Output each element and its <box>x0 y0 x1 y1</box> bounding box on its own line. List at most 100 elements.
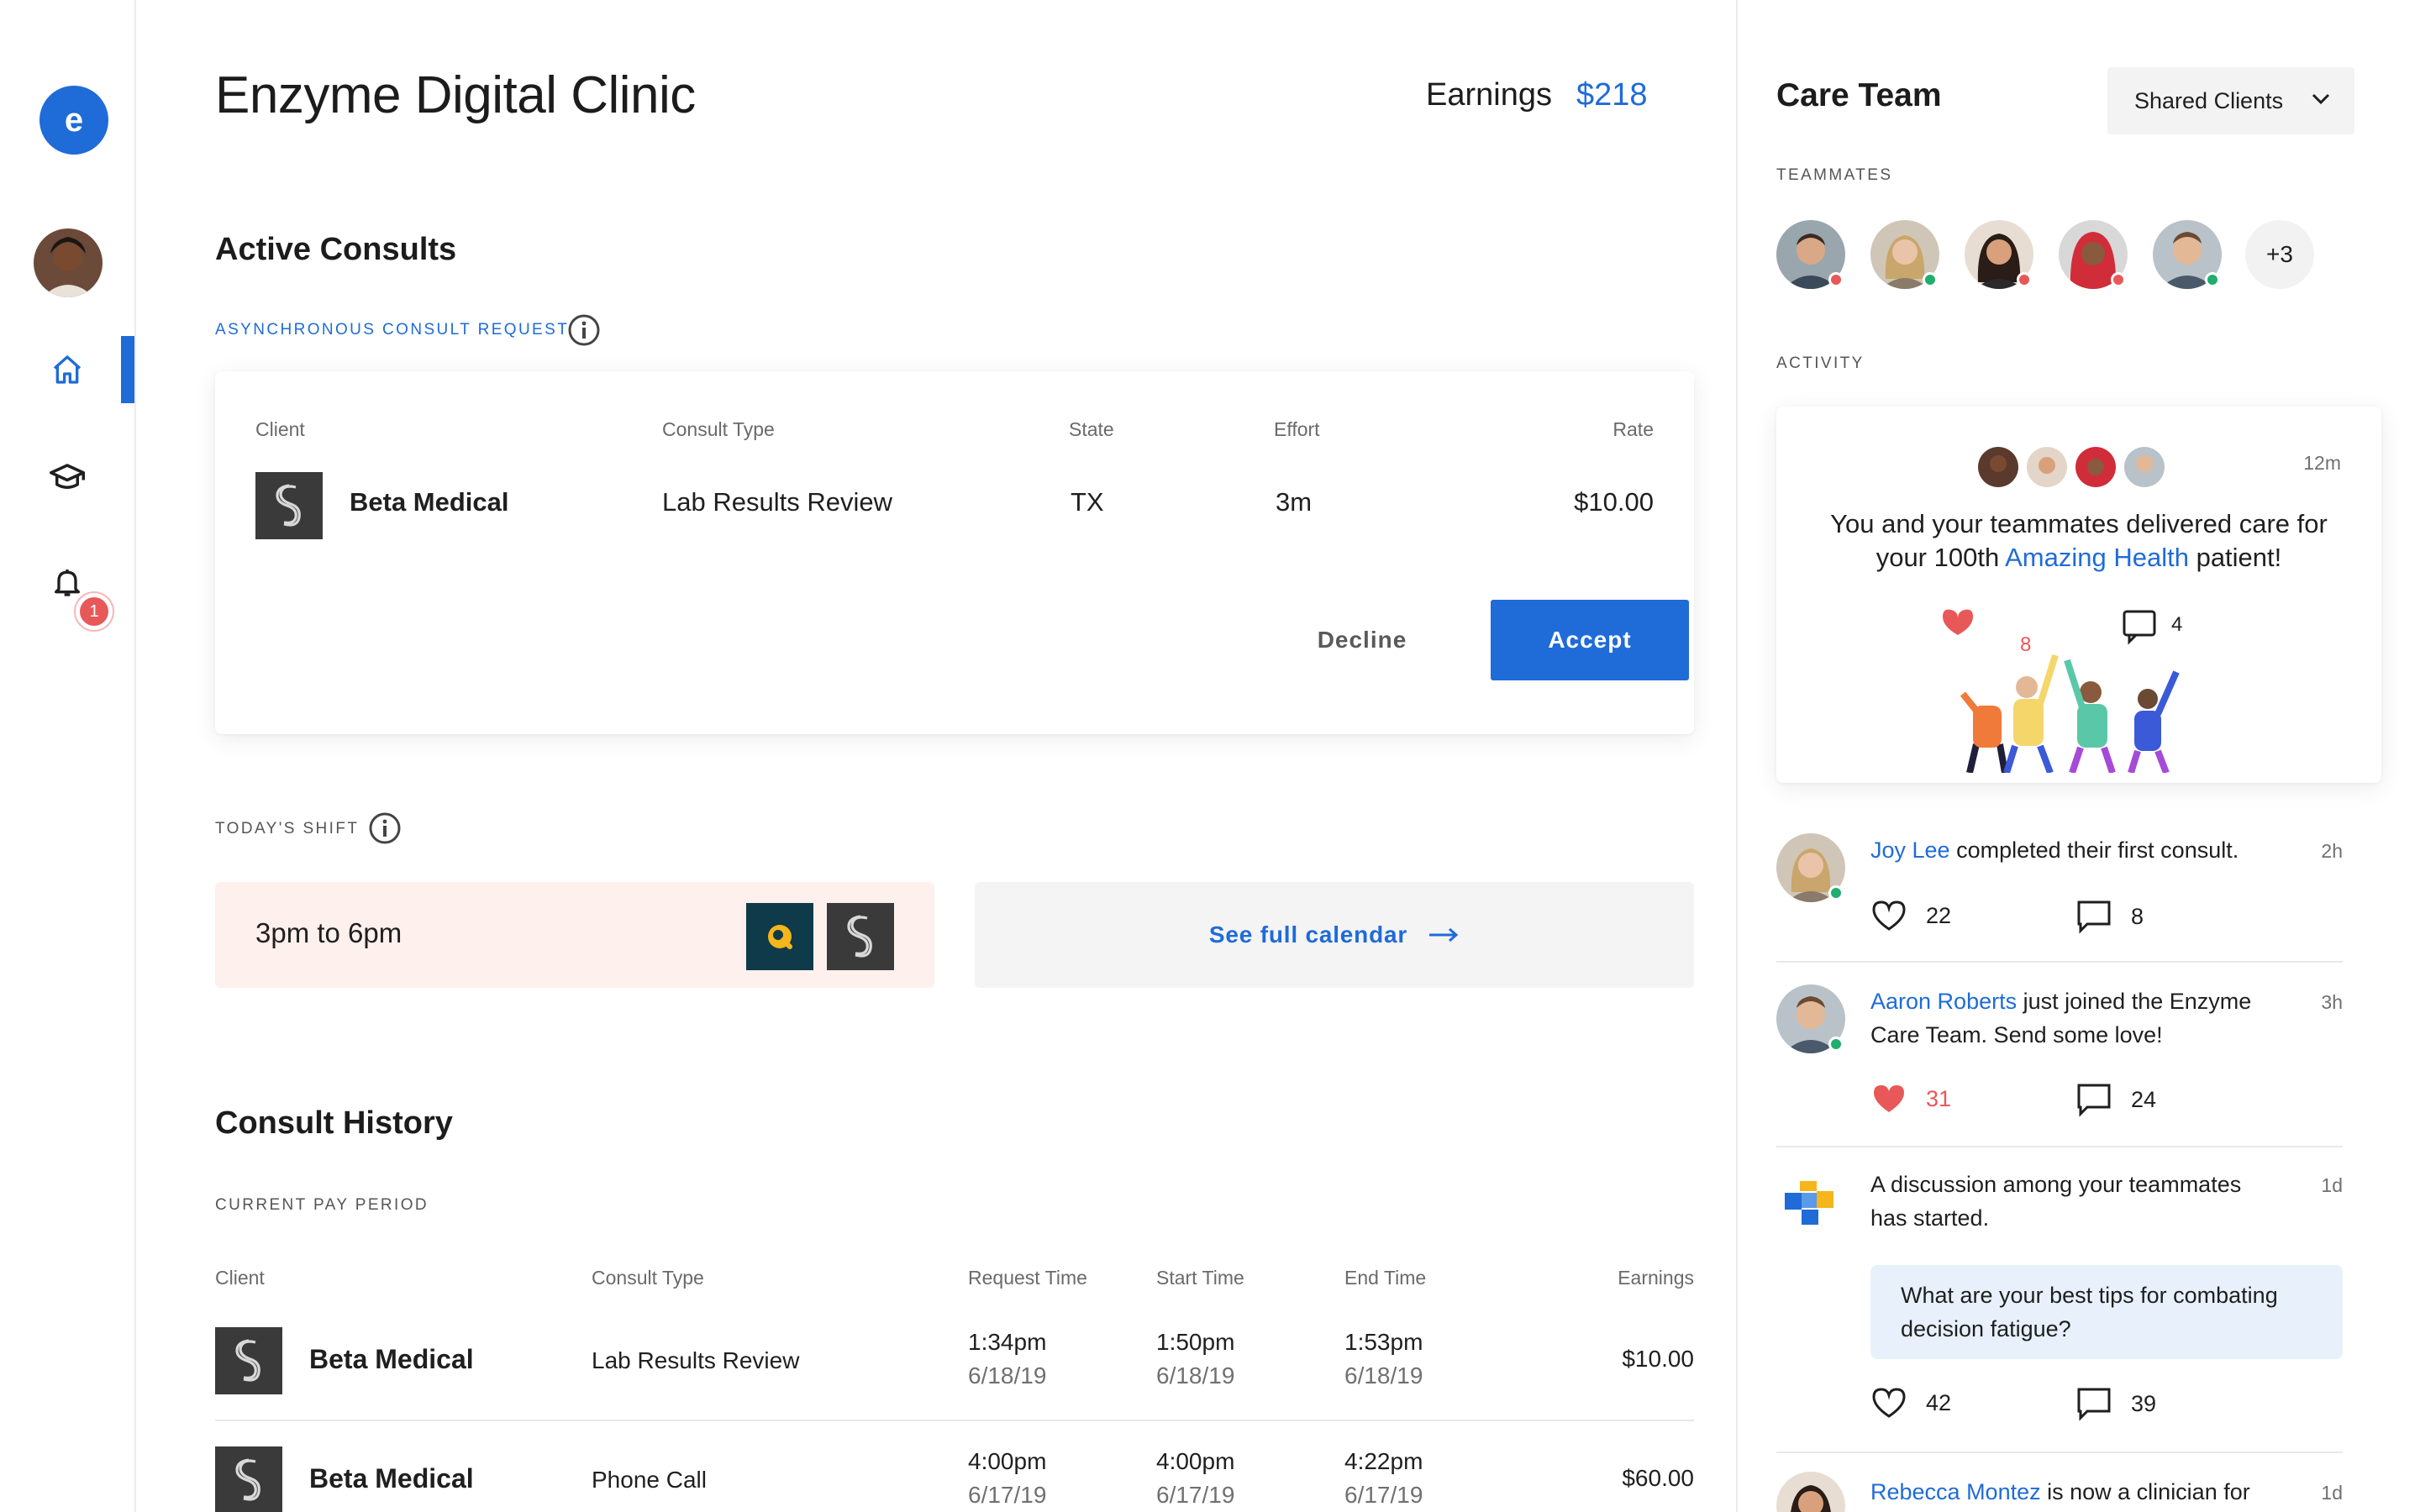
decline-button[interactable]: Decline <box>1265 600 1459 680</box>
teammate-avatar[interactable] <box>2153 220 2222 289</box>
comment-icon <box>2077 900 2111 934</box>
table-row[interactable]: Beta Medical Lab Results Review 1:34pm 6/… <box>215 1300 1694 1421</box>
nav-home[interactable] <box>46 349 88 391</box>
row-end-time: 1:53pm 6/18/19 <box>1344 1326 1423 1393</box>
teammate-avatar[interactable] <box>1776 833 1845 902</box>
status-dot <box>2205 272 2220 287</box>
heart-icon <box>1872 900 1906 931</box>
arrow-right-icon <box>1429 927 1459 942</box>
client-logo <box>255 472 323 539</box>
user-avatar[interactable] <box>34 228 103 297</box>
teammate-avatar[interactable] <box>1776 220 1845 289</box>
teammate-avatar[interactable] <box>1776 984 1845 1053</box>
teammate-link[interactable]: Aaron Roberts <box>1870 989 2017 1014</box>
date-value: 6/18/19 <box>968 1362 1047 1389</box>
activity-time: 3h <box>2321 991 2343 1013</box>
info-icon[interactable] <box>368 811 402 845</box>
milestone-comments: 4 <box>2171 613 2183 636</box>
activity-text: Joy Lee completed their first consult. <box>1870 833 2265 867</box>
request-rate: $10.00 <box>1574 487 1654 517</box>
activity-item: Joy Lee completed their first consult. 2… <box>1776 830 2343 998</box>
date-value: 6/17/19 <box>1344 1482 1423 1508</box>
activity-message: completed their first consult. <box>1956 837 2239 863</box>
like-button[interactable]: 42 <box>1870 1386 1951 1420</box>
comment-button[interactable]: 39 <box>2075 1386 2156 1421</box>
date-value: 6/17/19 <box>1156 1482 1235 1508</box>
time-value: 1:34pm <box>968 1329 1047 1355</box>
time-value: 1:53pm <box>1344 1329 1423 1355</box>
earnings-value: $218 <box>1576 77 1648 113</box>
active-consults-title: Active Consults <box>215 232 457 267</box>
comment-button[interactable]: 8 <box>2075 899 2144 934</box>
teammate-avatar[interactable] <box>1965 220 2033 289</box>
todays-shift-label: TODAY'S SHIFT <box>215 820 360 837</box>
heart-icon <box>1872 1388 1906 1418</box>
teammate-avatar[interactable] <box>1870 220 1939 289</box>
consult-request-card: Client Consult Type State Effort Rate Be… <box>215 371 1694 734</box>
like-count: 22 <box>1926 902 1952 928</box>
activity-item: Aaron Roberts just joined the Enzyme Car… <box>1776 981 2343 1149</box>
dropdown-value: Shared Clients <box>2134 87 2284 113</box>
like-button[interactable]: 22 <box>1870 899 1951 932</box>
feed-divider <box>1776 961 2343 963</box>
info-icon[interactable] <box>567 313 601 347</box>
activity-text: Aaron Roberts just joined the Enzyme Car… <box>1870 984 2265 1052</box>
feed-divider <box>1776 1452 2343 1453</box>
table-row[interactable]: Beta Medical Phone Call 4:00pm 6/17/19 4:… <box>215 1421 1694 1512</box>
beta-medical-logo-icon <box>235 1458 260 1501</box>
pay-period-label: CURRENT PAY PERIOD <box>215 1196 429 1214</box>
date-value: 6/18/19 <box>1156 1362 1235 1389</box>
row-end-time: 4:22pm 6/17/19 <box>1344 1445 1423 1512</box>
request-effort: 3m <box>1276 487 1313 517</box>
row-earnings: $10.00 <box>1622 1346 1694 1372</box>
like-button[interactable]: 31 <box>1870 1082 1951 1116</box>
bell-icon <box>55 570 81 596</box>
time-value: 4:00pm <box>1156 1448 1235 1474</box>
more-teammates-button[interactable]: +3 <box>2245 220 2314 289</box>
consult-history-title: Consult History <box>215 1105 453 1141</box>
care-team-panel: Care Team Shared Clients TEAMMATES +3 AC… <box>1736 0 2420 1512</box>
activity-text: Rebecca Montez is now a clinician for <box>1870 1475 2265 1509</box>
date-value: 6/18/19 <box>1344 1362 1423 1389</box>
comment-count: 24 <box>2131 1086 2157 1112</box>
comment-button[interactable]: 24 <box>2075 1082 2156 1117</box>
activity-time: 1d <box>2321 1174 2343 1196</box>
enzyme-logo[interactable]: e <box>39 86 108 155</box>
client-link[interactable]: Amazing Health <box>2005 543 2189 572</box>
time-value: 4:22pm <box>1344 1448 1423 1474</box>
see-full-calendar-link[interactable]: See full calendar <box>975 882 1694 988</box>
beta-medical-logo-icon <box>847 915 872 958</box>
row-consult-type: Lab Results Review <box>592 1347 800 1373</box>
time-value: 4:00pm <box>968 1448 1047 1474</box>
row-request-time: 1:34pm 6/18/19 <box>968 1326 1046 1393</box>
teammate-link[interactable]: Rebecca Montez <box>1870 1479 2041 1504</box>
calendar-link-label: See full calendar <box>1208 921 1408 948</box>
hist-col-earnings: Earnings <box>1618 1267 1694 1289</box>
activity-text: A discussion among your teammates has st… <box>1870 1172 2242 1231</box>
page-title: Enzyme Digital Clinic <box>215 66 696 124</box>
row-request-time: 4:00pm 6/17/19 <box>968 1445 1046 1512</box>
shift-card[interactable]: 3pm to 6pm <box>215 882 934 988</box>
teammate-avatar[interactable] <box>1776 1472 1845 1512</box>
time-value: 1:50pm <box>1156 1329 1235 1355</box>
shared-clients-dropdown[interactable]: Shared Clients <box>2107 67 2354 134</box>
notification-badge: 1 <box>74 591 114 632</box>
like-count: 31 <box>1926 1085 1952 1111</box>
comment-icon <box>2077 1084 2111 1117</box>
discussion-quote[interactable]: What are your best tips for combating de… <box>1870 1265 2343 1359</box>
home-icon <box>53 355 82 384</box>
milestone-message: You and your teammates delivered care fo… <box>1810 507 2348 575</box>
teammate-avatar[interactable] <box>2059 220 2128 289</box>
hist-col-end-time: End Time <box>1344 1267 1427 1289</box>
row-client: Beta Medical <box>309 1463 474 1494</box>
chevron-down-icon <box>2312 93 2330 105</box>
heart-filled-icon <box>1874 1085 1904 1112</box>
accept-button[interactable]: Accept <box>1491 600 1689 680</box>
main-content: Enzyme Digital Clinic Earnings $218 Acti… <box>136 0 1736 1512</box>
teammate-link[interactable]: Joy Lee <box>1870 837 1950 863</box>
nav-learning[interactable] <box>46 456 88 498</box>
beta-medical-logo-icon <box>276 484 301 527</box>
hist-col-client: Client <box>215 1267 265 1289</box>
feed-divider <box>1776 1146 2343 1147</box>
shift-time: 3pm to 6pm <box>255 917 402 948</box>
